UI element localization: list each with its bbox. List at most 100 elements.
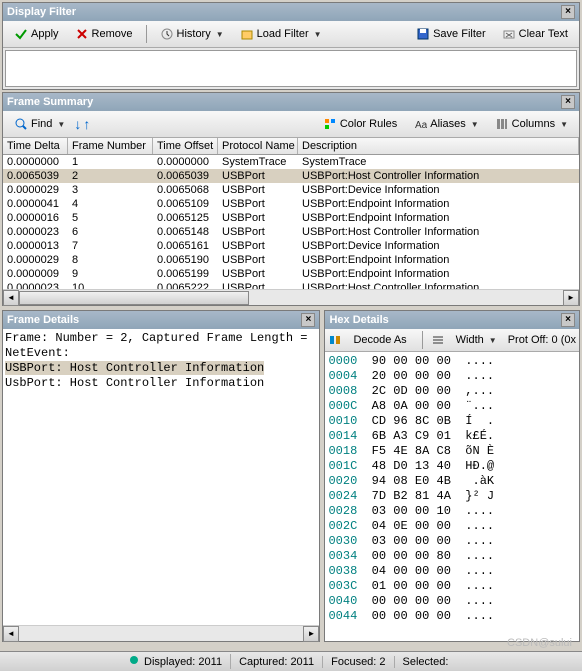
width-button[interactable]: Width ▼ (449, 331, 504, 349)
status-focused-text: Focused: 2 (331, 656, 385, 668)
close-icon[interactable]: × (561, 95, 575, 109)
prot-off-label: Prot Off: 0 (0x (508, 334, 576, 346)
hex-row[interactable]: 0000 90 00 00 00 .... (328, 354, 576, 369)
load-filter-button[interactable]: Load Filter ▼ (233, 24, 329, 44)
apply-label: Apply (31, 28, 59, 40)
hex-row[interactable]: 0014 6B A3 C9 01 k£É. (328, 429, 576, 444)
fd-line-usbport-hl[interactable]: USBPort: Host Controller Information (5, 361, 264, 375)
hex-details-panel: Hex Details × Decode As Width ▼ Prot Off:… (324, 310, 580, 642)
save-filter-button[interactable]: Save Filter (409, 24, 493, 44)
hex-row[interactable]: 0004 20 00 00 00 .... (328, 369, 576, 384)
apply-button[interactable]: Apply (7, 24, 66, 44)
arrow-down-icon[interactable]: ↓ (74, 116, 81, 132)
table-row[interactable]: 0.000000990.0065199USBPortUSBPort:Endpoi… (3, 267, 579, 281)
chevron-down-icon: ▼ (57, 120, 65, 129)
col-protocol-name[interactable]: Protocol Name (218, 138, 298, 154)
remove-button[interactable]: Remove (68, 24, 140, 44)
load-filter-label: Load Filter (257, 28, 309, 40)
decode-as-button[interactable]: Decode As (346, 331, 413, 349)
hex-row[interactable]: 0018 F5 4E 8A C8 õN È (328, 444, 576, 459)
width-icon (431, 333, 445, 347)
clear-text-label: Clear Text (519, 28, 568, 40)
horizontal-scrollbar[interactable]: ◄ ► (3, 289, 579, 305)
status-selected-text: Selected: (403, 656, 449, 668)
chevron-down-icon: ▼ (471, 120, 479, 129)
hex-row[interactable]: 0028 03 00 00 10 .... (328, 504, 576, 519)
fd-line-usbport: UsbPort: Host Controller Information (5, 376, 264, 390)
chevron-down-icon: ▼ (489, 336, 497, 345)
chevron-down-icon: ▼ (560, 120, 568, 129)
table-row[interactable]: 0.000001650.0065125USBPortUSBPort:Endpoi… (3, 211, 579, 225)
hex-row[interactable]: 0020 94 08 E0 4B .àK (328, 474, 576, 489)
table-row[interactable]: 0.000000010.0000000SystemTraceSystemTrac… (3, 155, 579, 169)
frame-summary-grid[interactable]: 0.000000010.0000000SystemTraceSystemTrac… (3, 155, 579, 289)
table-row[interactable]: 0.000002360.0065148USBPortUSBPort:Host C… (3, 225, 579, 239)
separator (146, 25, 147, 43)
scroll-right-icon[interactable]: ► (563, 290, 579, 306)
col-time-offset[interactable]: Time Offset (153, 138, 218, 154)
history-button[interactable]: History▼ (153, 24, 231, 44)
col-frame-number[interactable]: Frame Number (68, 138, 153, 154)
remove-label: Remove (92, 28, 133, 40)
find-label: Find (31, 118, 52, 130)
hex-row[interactable]: 003C 01 00 00 00 .... (328, 579, 576, 594)
status-displayed-text: Displayed: 2011 (144, 656, 222, 668)
col-time-delta[interactable]: Time Delta (3, 138, 68, 154)
table-row[interactable]: 0.006503920.0065039USBPortUSBPort:Host C… (3, 169, 579, 183)
color-rules-button[interactable]: Color Rules (316, 114, 404, 134)
hex-body[interactable]: 0000 90 00 00 00 ....0004 20 00 00 00 ..… (325, 352, 579, 641)
scroll-thumb[interactable] (19, 291, 249, 305)
aliases-button[interactable]: AaAliases ▼ (406, 114, 485, 134)
scroll-left-icon[interactable]: ◄ (3, 290, 19, 306)
close-icon[interactable]: × (561, 5, 575, 19)
columns-icon (495, 117, 509, 131)
filter-input[interactable] (5, 50, 577, 87)
width-label: Width (456, 334, 484, 346)
col-description[interactable]: Description (298, 138, 579, 154)
status-captured-text: Captured: 2011 (239, 656, 314, 668)
hex-row[interactable]: 001C 48 D0 13 40 HÐ.@ (328, 459, 576, 474)
frame-details-panel: Frame Details × Frame: Number = 2, Captu… (2, 310, 320, 642)
aliases-label: Aliases (430, 118, 465, 130)
chevron-down-icon: ▼ (314, 30, 322, 39)
table-row[interactable]: 0.000004140.0065109USBPortUSBPort:Endpoi… (3, 197, 579, 211)
display-filter-panel: Display Filter × Apply Remove History▼ L… (2, 2, 580, 90)
find-button[interactable]: Find ▼ (7, 114, 72, 134)
close-icon[interactable]: × (301, 313, 315, 327)
chevron-down-icon: ▼ (216, 30, 224, 39)
display-filter-toolbar: Apply Remove History▼ Load Filter ▼ Save … (3, 21, 579, 48)
hex-row[interactable]: 0034 00 00 00 80 .... (328, 549, 576, 564)
aliases-icon: Aa (413, 117, 427, 131)
horizontal-scrollbar[interactable]: ◄ ► (3, 625, 319, 641)
clear-text-button[interactable]: Clear Text (495, 24, 575, 44)
close-icon[interactable]: × (561, 313, 575, 327)
apply-icon (14, 27, 28, 41)
hex-row[interactable]: 0044 00 00 00 00 .... (328, 609, 576, 624)
table-row[interactable]: 0.000001370.0065161USBPortUSBPort:Device… (3, 239, 579, 253)
status-captured: Captured: 2011 (231, 656, 323, 668)
hex-row[interactable]: 0030 03 00 00 00 .... (328, 534, 576, 549)
hex-row[interactable]: 0024 7D B2 81 4A }² J (328, 489, 576, 504)
fd-line-frame: Frame: Number = 2, Captured Frame Length… (5, 331, 307, 345)
separator (422, 331, 423, 349)
columns-button[interactable]: Columns ▼ (488, 114, 575, 134)
hex-row[interactable]: 0038 04 00 00 00 .... (328, 564, 576, 579)
hex-row[interactable]: 002C 04 0E 00 00 .... (328, 519, 576, 534)
table-row[interactable]: 0.000002930.0065068USBPortUSBPort:Device… (3, 183, 579, 197)
hex-details-title-text: Hex Details (329, 314, 388, 326)
find-icon (14, 117, 28, 131)
table-row[interactable]: 0.000002980.0065190USBPortUSBPort:Endpoi… (3, 253, 579, 267)
hex-row[interactable]: 000C A8 0A 00 00 ¨... (328, 399, 576, 414)
hex-row[interactable]: 0010 CD 96 8C 0B Í . (328, 414, 576, 429)
arrow-up-icon[interactable]: ↑ (83, 116, 90, 132)
hex-row[interactable]: 0008 2C 0D 00 00 ,... (328, 384, 576, 399)
frame-details-body[interactable]: Frame: Number = 2, Captured Frame Length… (3, 329, 319, 625)
scroll-left-icon[interactable]: ◄ (3, 626, 19, 642)
frame-summary-panel: Frame Summary × Find▼ ↓ ↑ Color Rules Aa… (2, 92, 580, 306)
hex-row[interactable]: 0040 00 00 00 00 .... (328, 594, 576, 609)
hex-details-title: Hex Details × (325, 311, 579, 329)
scroll-right-icon[interactable]: ► (303, 626, 319, 642)
columns-label: Columns (512, 118, 555, 130)
table-row[interactable]: 0.0000023100.0065222USBPortUSBPort:Host … (3, 281, 579, 289)
save-filter-label: Save Filter (433, 28, 486, 40)
